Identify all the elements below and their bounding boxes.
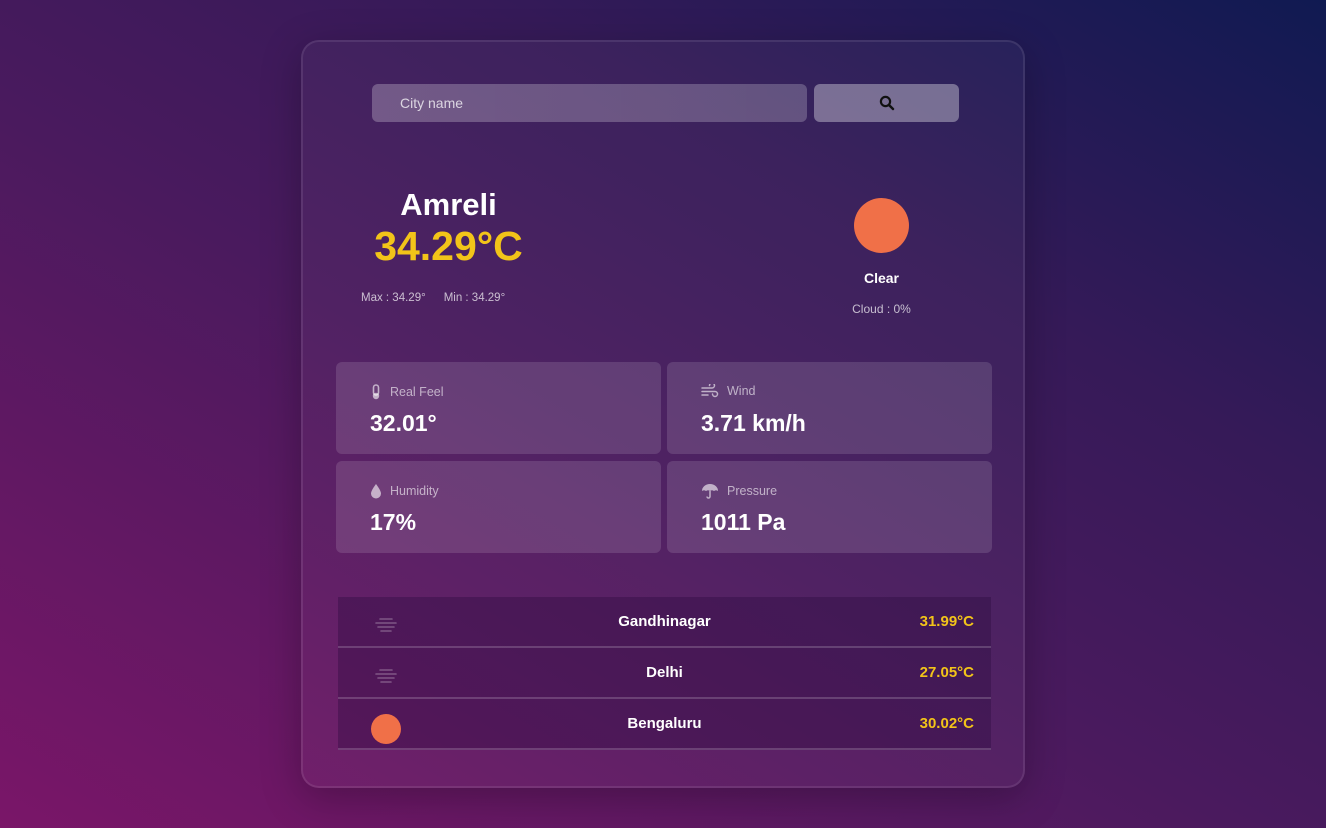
condition-label: Clear bbox=[863, 270, 900, 286]
cloud-coverage: Cloud : 0% bbox=[852, 302, 911, 316]
city-row-delhi[interactable]: Delhi 27.05°C bbox=[338, 648, 991, 699]
real-feel-tile: Real Feel 32.01° bbox=[336, 362, 661, 454]
wind-tile: Wind 3.71 km/h bbox=[667, 362, 992, 454]
city-name: Amreli bbox=[400, 187, 497, 222]
city-row-temp: 31.99°C bbox=[919, 613, 974, 630]
min-temperature: Min : 34.29° bbox=[443, 292, 506, 304]
city-row-gandhinagar[interactable]: Gandhinagar 31.99°C bbox=[338, 597, 991, 648]
city-row-name: Bengaluru bbox=[627, 715, 702, 732]
weather-card: Amreli 34.29°C Max : 34.29°Min : 34.29° … bbox=[301, 40, 1025, 788]
max-temperature: Max : 34.29° bbox=[361, 292, 426, 304]
wind-label: Wind bbox=[727, 384, 756, 398]
droplet-icon bbox=[371, 484, 381, 499]
city-row-temp: 27.05°C bbox=[919, 664, 974, 681]
wind-icon bbox=[701, 384, 719, 398]
current-weather: Amreli 34.29°C bbox=[361, 187, 536, 269]
city-row-temp: 30.02°C bbox=[919, 715, 974, 732]
current-temperature: 34.29°C bbox=[374, 223, 523, 269]
pressure-tile: Pressure 1011 Pa bbox=[667, 461, 992, 553]
cities-list: Gandhinagar 31.99°C Delhi 27.05°C Bengal… bbox=[338, 597, 991, 750]
min-max-temperature: Max : 34.29° Min : 34.29° bbox=[361, 292, 505, 304]
umbrella-icon bbox=[702, 484, 718, 499]
pressure-label: Pressure bbox=[727, 484, 778, 498]
city-row-bengaluru[interactable]: Bengaluru 30.02°C bbox=[338, 699, 991, 750]
city-search-input[interactable] bbox=[372, 84, 807, 122]
search-icon bbox=[879, 95, 894, 111]
search-button[interactable] bbox=[814, 84, 959, 122]
real-feel-value: 32.01° bbox=[370, 410, 437, 436]
city-row-name: Gandhinagar bbox=[618, 613, 711, 630]
thermometer-icon bbox=[372, 384, 380, 400]
wind-value: 3.71 km/h bbox=[701, 410, 806, 436]
sun-icon bbox=[854, 198, 909, 253]
city-row-name: Delhi bbox=[646, 664, 683, 681]
humidity-value: 17% bbox=[370, 509, 417, 535]
humidity-tile: Humidity 17% bbox=[336, 461, 661, 553]
real-feel-label: Real Feel bbox=[390, 385, 444, 399]
pressure-value: 1011 Pa bbox=[701, 509, 786, 535]
humidity-label: Humidity bbox=[390, 484, 439, 498]
